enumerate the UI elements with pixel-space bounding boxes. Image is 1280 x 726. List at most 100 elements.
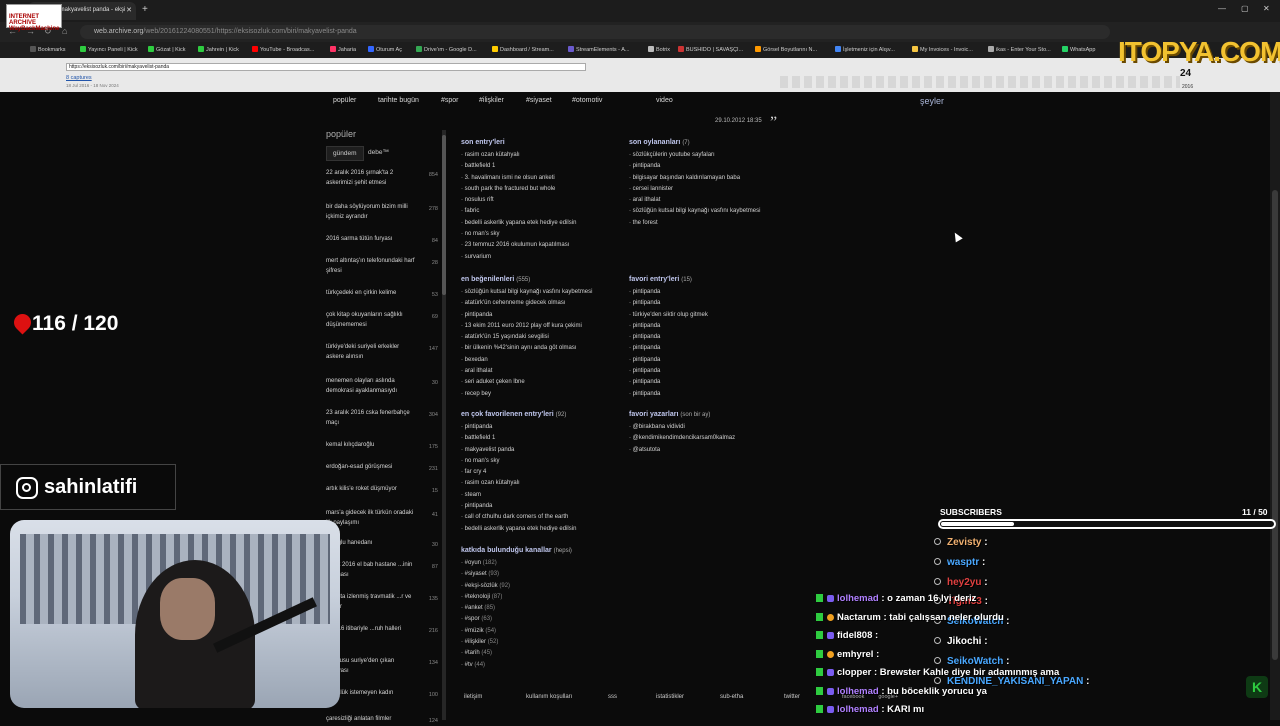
bookmark-item[interactable]: Görsel Boyutlarını N... <box>755 46 817 53</box>
section-item[interactable]: · @birakbana vidividi <box>629 422 735 433</box>
section-item[interactable]: · seri aduket çeken lbne <box>461 377 592 388</box>
section-item[interactable]: · pintipanda <box>461 501 576 512</box>
section-item[interactable]: · aral ithalat <box>629 195 760 206</box>
sidebar-topic[interactable]: 23 aralık 2016 cska fenerbahçe maçı 304 <box>326 408 438 428</box>
sidebar-topic[interactable]: bir daha söylüyorum bizim milli içkimiz … <box>326 202 438 222</box>
section-item[interactable]: · nosulus rift <box>461 195 576 206</box>
bookmark-item[interactable]: Yayıncı Paneli | Kick <box>80 46 138 53</box>
nav-link[interactable]: popüler <box>333 97 356 104</box>
section-item[interactable]: · pintipanda <box>629 321 708 332</box>
section-item[interactable]: · rasim ozan kütahyalı <box>461 150 576 161</box>
section-item[interactable]: · #teknoloji (87) <box>461 592 572 603</box>
section-item[interactable]: · #tarih (45) <box>461 648 572 659</box>
section-item[interactable]: · #spor (63) <box>461 614 572 625</box>
sidebar-topic[interactable]: menemen olayları aslında demokrasi ayakl… <box>326 376 438 396</box>
sidebar-topic[interactable]: artık kilis'e roket düşmüyor 15 <box>326 484 438 494</box>
section-item[interactable]: · rasim ozan kütahyalı <box>461 478 576 489</box>
close-window-icon[interactable]: ✕ <box>1263 4 1270 13</box>
section-item[interactable]: · 3. havalimanı ismi ne olsun anketi <box>461 173 576 184</box>
bookmark-item[interactable]: BUSHIDO | SAVAŞÇI... <box>678 46 743 53</box>
page-scroll-thumb[interactable] <box>1272 190 1278 660</box>
section-item[interactable]: · pintipanda <box>629 343 708 354</box>
section-item[interactable]: · pintipanda <box>629 298 708 309</box>
section-item[interactable]: · battlefield 1 <box>461 161 576 172</box>
section-item[interactable]: · 13 ekim 2011 euro 2012 play off kura ç… <box>461 321 592 332</box>
section-item[interactable]: · makyavelist panda <box>461 445 576 456</box>
nav-link[interactable]: tarihte bugün <box>378 97 419 104</box>
seyler-link[interactable]: şeyler <box>920 96 944 106</box>
section-item[interactable]: · fabric <box>461 206 576 217</box>
section-title[interactable]: katkıda bulunduğu kanallar (hepsi) <box>461 547 572 554</box>
sidebar-topic[interactable]: kemal kılıçdaroğlu 175 <box>326 440 438 450</box>
tab-debe[interactable]: debe™ <box>362 146 395 159</box>
section-title[interactable]: favori entry'leri (15) <box>629 276 708 283</box>
bookmark-item[interactable]: Botrix <box>648 46 670 53</box>
bookmark-item[interactable]: Gözat | Kick <box>148 46 186 53</box>
section-item[interactable]: · pintipanda <box>629 287 708 298</box>
maximize-icon[interactable]: ▢ <box>1241 4 1249 13</box>
bookmark-item[interactable]: Jahrein | Kick <box>198 46 239 53</box>
footer-social-link[interactable]: facebook <box>842 694 864 700</box>
section-item[interactable]: · no man's sky <box>461 229 576 240</box>
section-item[interactable]: · pintipanda <box>629 161 760 172</box>
section-item[interactable]: · türkiye'den siktir olup gitmek <box>629 310 708 321</box>
section-item[interactable]: · south park the fractured but whole <box>461 184 576 195</box>
section-item[interactable]: · #oyun (182) <box>461 558 572 569</box>
section-title[interactable]: en çok favorilenen entry'leri (92) <box>461 411 576 418</box>
section-item[interactable]: · the forest <box>629 218 760 229</box>
section-item[interactable]: · #müzik (54) <box>461 626 572 637</box>
sidebar-topic[interactable]: ...alık 2016 el bab hastane ...inin alın… <box>326 560 438 580</box>
bookmark-item[interactable]: Bookmarks <box>30 46 66 53</box>
nav-link[interactable]: #spor <box>441 97 459 104</box>
section-item[interactable]: · pintipanda <box>629 377 708 388</box>
section-item[interactable]: · bedelli askerlik yapana etek hediye ed… <box>461 218 576 229</box>
section-item[interactable]: · atatürk'ün 15 yaşındaki sevgilisi <box>461 332 592 343</box>
section-item[interactable]: · sözlüğün kutsal bilgi kaynağı vasfını … <box>629 206 760 217</box>
wayback-url-input[interactable]: https://eksisozluk.com/biri/makyavelist-… <box>66 63 586 71</box>
section-item[interactable]: · bilgisayar başından kaldırılamayan bab… <box>629 173 760 184</box>
tab-gundem[interactable]: gündem <box>326 146 364 161</box>
nav-link[interactable]: #otomotiv <box>572 97 602 104</box>
footer-link[interactable]: kullanım koşulları <box>526 694 572 700</box>
sidebar-scroll-thumb[interactable] <box>442 135 446 295</box>
section-item[interactable]: · recep bey <box>461 389 592 400</box>
section-item[interactable]: · pintipanda <box>461 310 592 321</box>
section-item[interactable]: · #anket (85) <box>461 603 572 614</box>
section-item[interactable]: · pintipanda <box>629 332 708 343</box>
sidebar-topic[interactable]: 2016 sarma tütün furyası 84 <box>326 234 438 244</box>
footer-link[interactable]: istatistikler <box>656 694 684 700</box>
section-item[interactable]: · bedelli askerlik yapana etek hediye ed… <box>461 524 576 535</box>
section-item[interactable]: · #siyaset (93) <box>461 569 572 580</box>
section-item[interactable]: · pintipanda <box>629 366 708 377</box>
section-item[interactable]: · @kendimikendimdencikarsam0kalmaz <box>629 433 735 444</box>
footer-link[interactable]: iletişim <box>464 694 482 700</box>
section-item[interactable]: · battlefield 1 <box>461 433 576 444</box>
sidebar-topic[interactable]: türkçedeki en çirkin kelime 53 <box>326 288 438 298</box>
section-item[interactable]: · sözlükçülerin youtube sayfaları <box>629 150 760 161</box>
section-item[interactable]: · #tv (44) <box>461 660 572 671</box>
footer-link[interactable]: twitter <box>784 694 800 700</box>
bookmark-item[interactable]: Dashboard / Stream... <box>492 46 554 53</box>
nav-link[interactable]: #siyaset <box>526 97 552 104</box>
url-field[interactable]: web.archive.org/web/20161224080551/https… <box>80 25 1110 39</box>
section-item[interactable]: · pintipanda <box>461 422 576 433</box>
section-item[interactable]: · #ilişkiler (52) <box>461 637 572 648</box>
section-item[interactable]: · survarium <box>461 252 576 263</box>
close-tab-icon[interactable]: ✕ <box>126 6 132 14</box>
nav-link[interactable]: video <box>656 97 673 104</box>
sidebar-topic[interactable]: türkiye'deki suriyeli erkekler askere al… <box>326 342 438 362</box>
bookmark-item[interactable]: My Invoices - Invoic... <box>912 46 973 53</box>
wayback-timeline[interactable] <box>780 76 1180 88</box>
section-item[interactable]: · bir ülkenin %42'sinin aynı anda göt ol… <box>461 343 592 354</box>
section-item[interactable]: · steam <box>461 490 576 501</box>
section-title[interactable]: son entry'leri <box>461 139 576 146</box>
bookmark-item[interactable]: WhatsApp <box>1062 46 1095 53</box>
footer-social-link[interactable]: google+ <box>878 694 898 700</box>
sidebar-topic[interactable]: erdoğan-esad görüşmesi 231 <box>326 462 438 472</box>
new-tab-button[interactable]: + <box>142 4 148 15</box>
bookmark-item[interactable]: YouTube - Broadcas... <box>252 46 314 53</box>
section-item[interactable]: · atatürk'ün cehenneme gidecek olması <box>461 298 592 309</box>
home-icon[interactable]: ⌂ <box>62 26 67 36</box>
bookmark-item[interactable]: İşletmeniz için Alışv... <box>835 46 895 53</box>
wayback-captures-link[interactable]: 8 captures <box>66 75 92 81</box>
